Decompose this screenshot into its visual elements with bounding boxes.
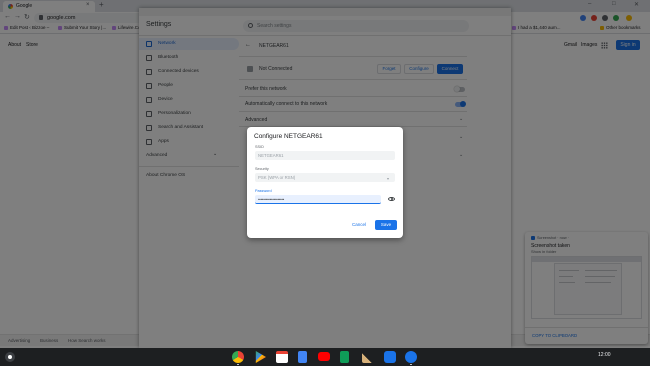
- gmail-icon[interactable]: [276, 351, 288, 363]
- chrome-icon[interactable]: [232, 351, 244, 363]
- launcher-button[interactable]: [5, 352, 15, 362]
- ssid-field[interactable]: NETGEAR61: [255, 151, 395, 160]
- dropdown-arrow-icon: ▾: [387, 176, 390, 181]
- dialog-title: Configure NETGEAR61: [254, 133, 323, 140]
- security-select[interactable]: PSK (WPA or RSN): [255, 173, 395, 182]
- password-label: Password: [255, 189, 272, 193]
- docs-icon[interactable]: [298, 351, 307, 363]
- password-input[interactable]: ••••••••••••••••••••: [255, 195, 381, 204]
- cancel-button[interactable]: Cancel: [347, 220, 371, 230]
- running-indicator: [410, 364, 412, 365]
- sheets-icon[interactable]: [340, 351, 349, 363]
- chromeos-shelf: 12:00: [0, 348, 650, 366]
- broom-icon[interactable]: [362, 351, 374, 363]
- security-label: Security: [255, 167, 269, 171]
- files-icon[interactable]: [384, 351, 396, 363]
- running-indicator: [237, 364, 239, 365]
- status-tray[interactable]: 12:00: [598, 352, 611, 358]
- save-button[interactable]: Save: [375, 220, 397, 230]
- settings-icon[interactable]: [405, 351, 417, 363]
- configure-network-dialog: Configure NETGEAR61 SSID NETGEAR61 Secur…: [247, 127, 403, 238]
- show-password-icon[interactable]: [388, 197, 395, 201]
- play-store-icon[interactable]: [255, 351, 266, 363]
- youtube-icon[interactable]: [318, 352, 330, 361]
- ssid-label: SSID: [255, 145, 264, 149]
